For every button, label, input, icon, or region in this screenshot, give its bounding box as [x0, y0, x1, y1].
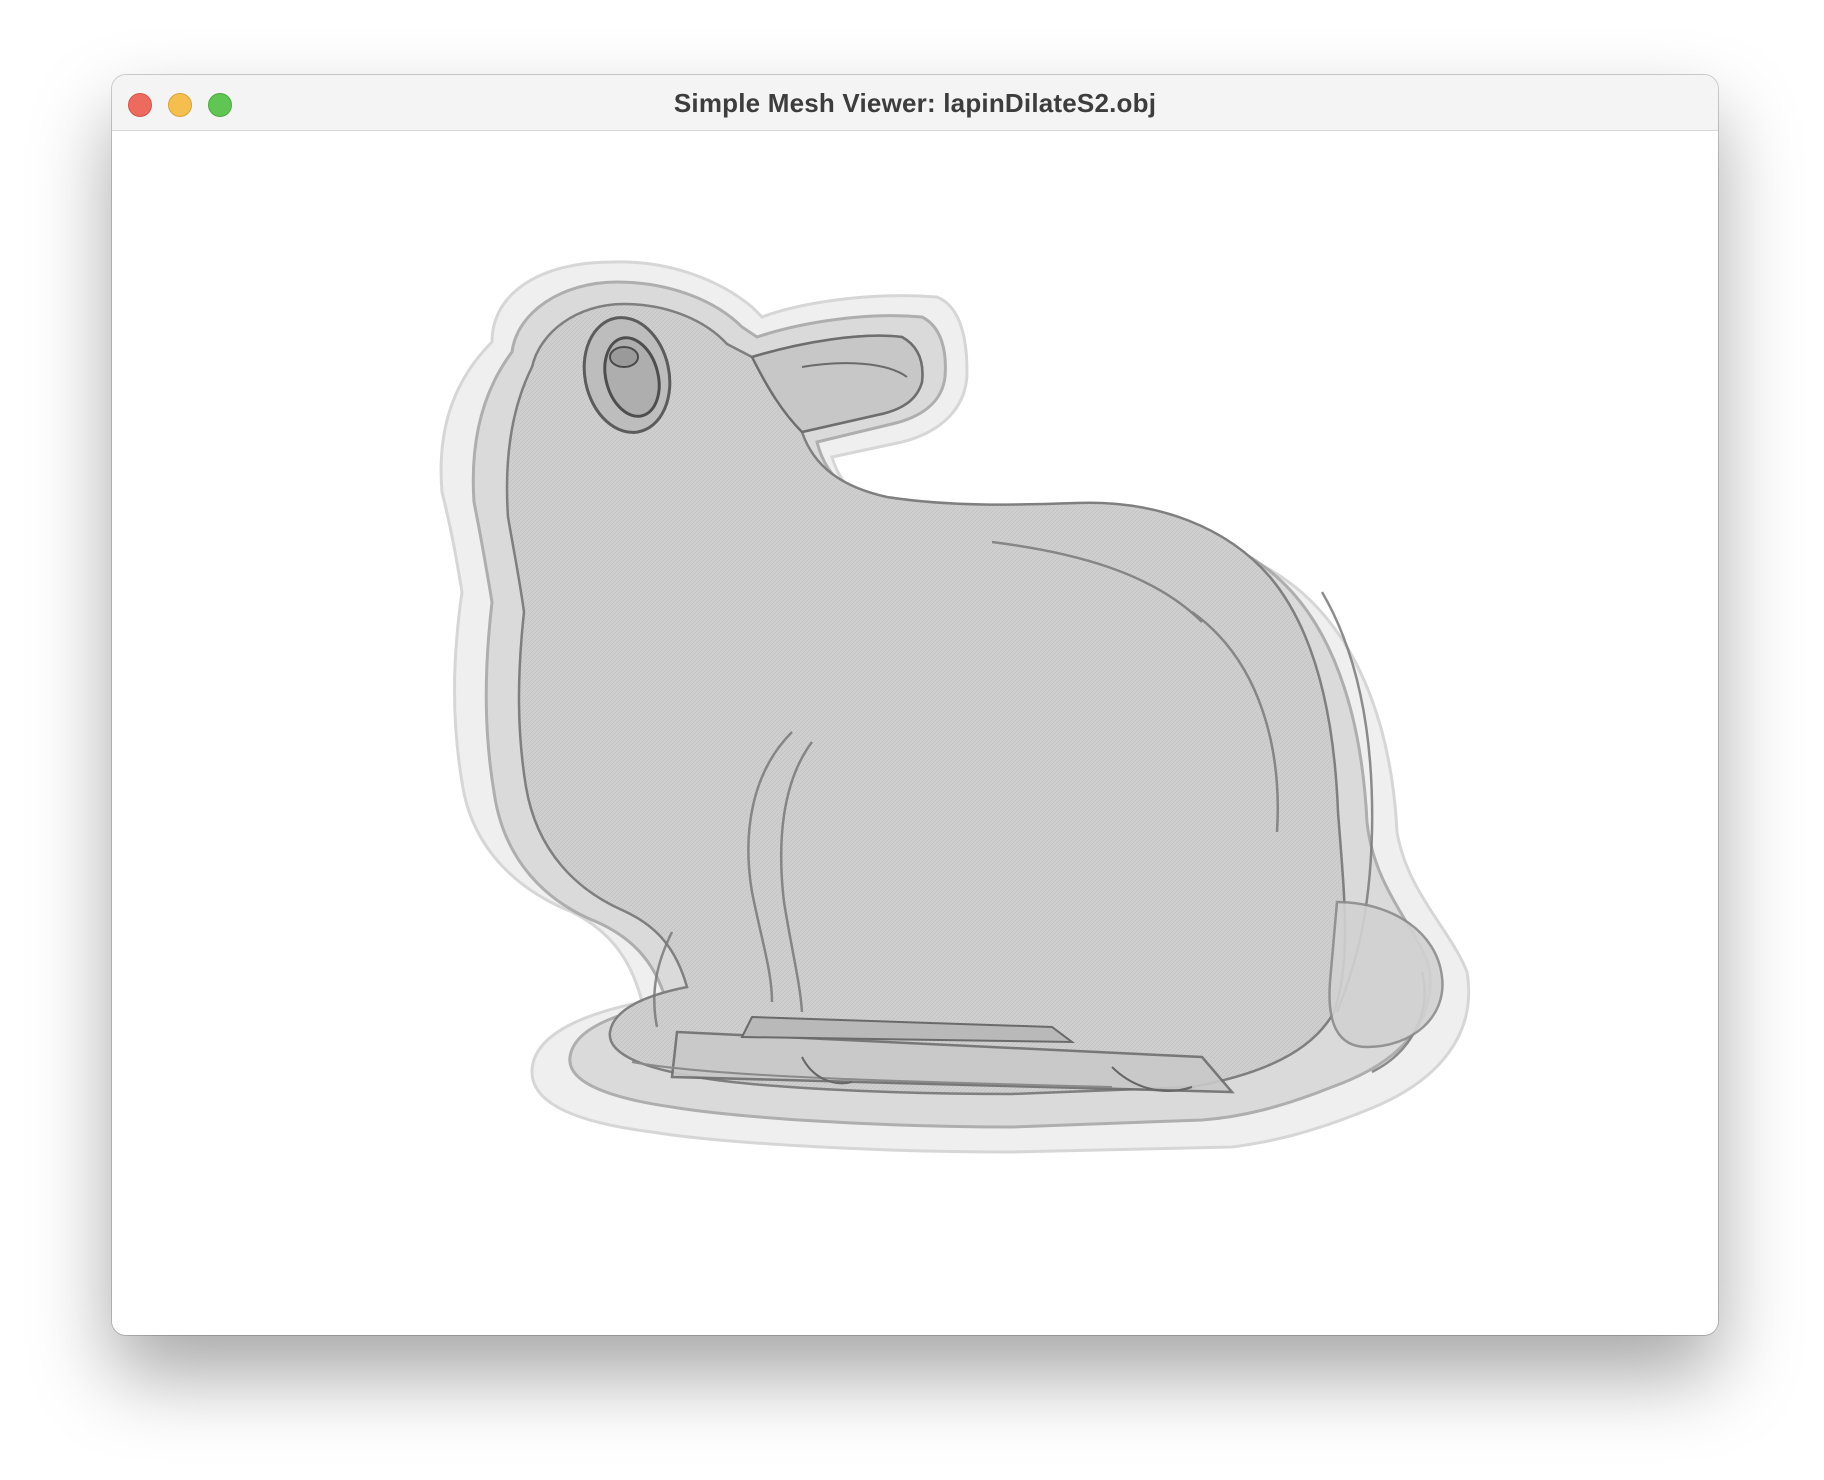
bunny-mesh-render: [439, 260, 1471, 1154]
mesh-viewport[interactable]: [112, 132, 1718, 1335]
title-bar[interactable]: Simple Mesh Viewer: lapinDilateS2.obj: [112, 75, 1718, 131]
window-title: Simple Mesh Viewer: lapinDilateS2.obj: [673, 88, 1157, 118]
app-window: Simple Mesh Viewer: lapinDilateS2.obj: [112, 75, 1718, 1335]
